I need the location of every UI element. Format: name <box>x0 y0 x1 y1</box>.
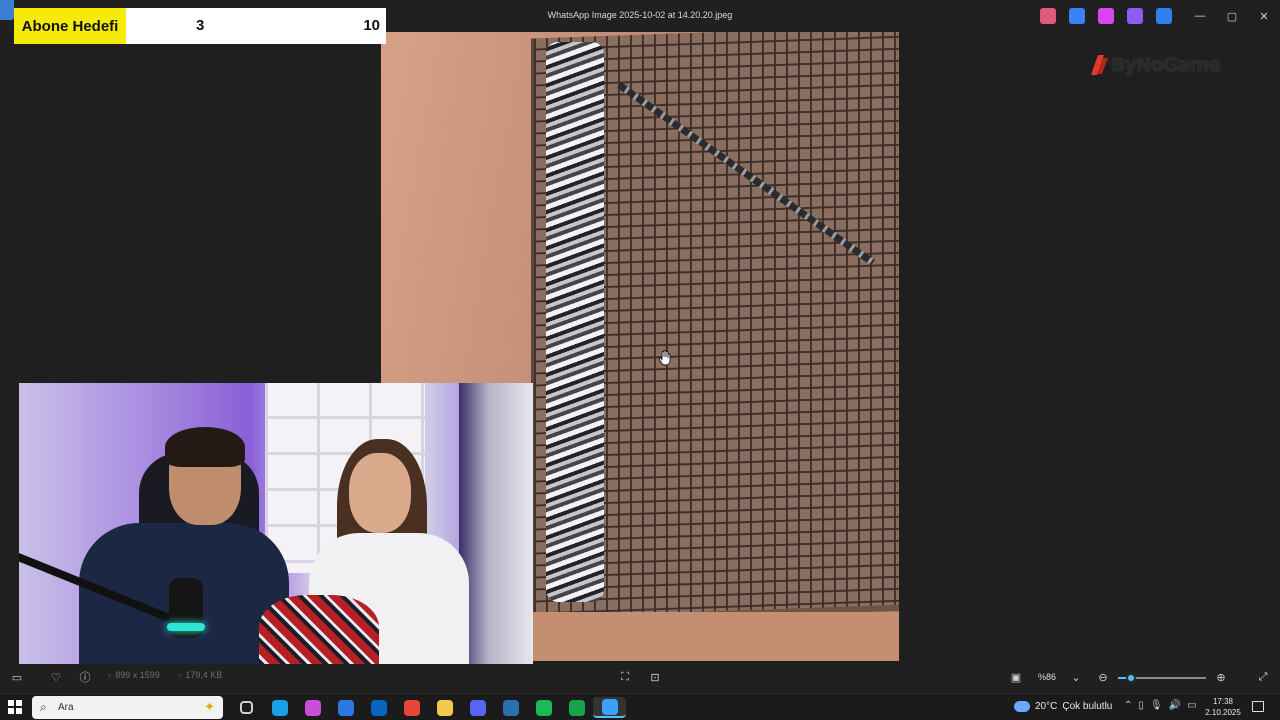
network-icon[interactable]: ▭ <box>1187 700 1196 711</box>
file-size-icon: ▫ <box>178 670 182 680</box>
fit-screen-icon[interactable]: ▣ <box>1009 670 1023 684</box>
titlebar-app-icons <box>1040 8 1172 24</box>
weather-temperature: 20°C <box>1035 701 1058 712</box>
steam-icon[interactable] <box>494 697 527 718</box>
onedrive-icon[interactable] <box>1156 8 1172 24</box>
info-icon[interactable]: ⓘ <box>78 670 92 684</box>
edit-icon[interactable] <box>1069 8 1085 24</box>
app-corner-icon <box>0 0 14 20</box>
image-file-size: ▫ 179,4 KB <box>178 670 223 680</box>
zoom-slider-thumb[interactable] <box>1126 673 1137 683</box>
designer-icon[interactable] <box>1127 8 1143 24</box>
image-dimensions: ▫ 899 x 1599 <box>108 670 160 680</box>
screen: WhatsApp Image 2025-10-02 at 14.20.20.jp… <box>0 0 1280 720</box>
favorite-heart-icon[interactable]: ♡ <box>49 670 63 684</box>
webcam-knitted-bag <box>259 595 379 673</box>
chevron-down-icon[interactable]: ⌄ <box>1069 670 1083 684</box>
clock-time: 17:38 <box>1212 697 1234 706</box>
zoom-slider[interactable] <box>1118 673 1206 683</box>
maximize-button[interactable]: ▢ <box>1216 0 1248 32</box>
search-icon: ⌕ <box>40 700 47 714</box>
photos-icon[interactable] <box>593 697 626 718</box>
taskbar-apps <box>230 697 626 718</box>
notification-icon[interactable] <box>1252 701 1264 712</box>
fullscreen-icon[interactable]: ⤢ <box>1256 670 1270 684</box>
microphone-icon[interactable]: 🎙 <box>1150 700 1163 711</box>
brand-name: ByNoGame <box>1111 54 1221 76</box>
store-icon[interactable] <box>329 697 362 718</box>
taskbar: ⌕ Ara ✦ 20°C Çok bulutlu ⌃ ▯ 🎙 🔊 ▭ 17:38… <box>0 693 1280 720</box>
edge-icon[interactable] <box>263 697 296 718</box>
photo-stitched-border <box>546 42 604 602</box>
brand-watermark: ByNoGame <box>1089 54 1221 76</box>
chevron-up-icon[interactable]: ⌃ <box>1124 700 1132 711</box>
fit-to-window-icon[interactable]: ⛶ <box>618 670 632 684</box>
outlook-icon[interactable] <box>362 697 395 718</box>
dimensions-icon: ▫ <box>108 670 112 680</box>
cloud-icon <box>1014 701 1030 712</box>
goal-label: Abone Hedefi <box>14 8 126 44</box>
taskbar-search[interactable]: ⌕ Ara ✦ <box>32 696 223 719</box>
clock-date: 2.10.2025 <box>1205 708 1241 717</box>
file-explorer-icon[interactable] <box>428 697 461 718</box>
photo-felt-bottom <box>531 612 899 661</box>
goal-current-count: 3 <box>196 17 205 34</box>
viewer-toolbar: ▭ ♡ ⓘ ▫ 899 x 1599 ▫ 179,4 KB ⛶ ⊡ ▣ %86 … <box>0 664 1280 692</box>
discord-icon[interactable] <box>461 697 494 718</box>
minimize-button[interactable]: — <box>1184 0 1216 32</box>
spotify-icon[interactable] <box>527 697 560 718</box>
clock[interactable]: 17:38 2.10.2025 <box>1200 696 1246 718</box>
device-icon[interactable]: ▯ <box>1138 700 1144 711</box>
filmstrip-icon[interactable]: ▭ <box>10 670 24 684</box>
start-button[interactable] <box>8 700 22 714</box>
weather-widget[interactable]: 20°C Çok bulutlu <box>1014 701 1112 712</box>
search-placeholder: Ara <box>58 702 74 713</box>
actual-size-icon[interactable]: ⊡ <box>648 670 662 684</box>
xbox-icon[interactable] <box>560 697 593 718</box>
goal-target-count: 10 <box>363 17 380 34</box>
brand-logo-icon <box>1091 55 1109 75</box>
zoom-in-icon[interactable]: ⊕ <box>1214 670 1228 684</box>
search-highlight-icon: ✦ <box>204 699 215 714</box>
volume-icon[interactable]: 🔊 <box>1169 700 1181 711</box>
clipchamp-icon[interactable] <box>1098 8 1114 24</box>
webcam-overlay <box>19 383 533 673</box>
weather-description: Çok bulutlu <box>1062 701 1113 712</box>
copilot-icon[interactable] <box>1040 8 1056 24</box>
chrome-icon[interactable] <box>395 697 428 718</box>
system-tray: ⌃ ▯ 🎙 🔊 ▭ <box>1124 700 1197 711</box>
window-controls: — ▢ ✕ <box>1184 0 1280 32</box>
zoom-out-icon[interactable]: ⊖ <box>1096 670 1110 684</box>
copilot-icon[interactable] <box>296 697 329 718</box>
task-view-icon[interactable] <box>230 697 263 718</box>
subscriber-goal-widget: Abone Hedefi 3 10 <box>14 8 386 44</box>
zoom-level-dropdown[interactable]: %86 <box>1038 672 1056 682</box>
close-button[interactable]: ✕ <box>1248 0 1280 32</box>
hand-cursor-icon <box>658 350 671 366</box>
